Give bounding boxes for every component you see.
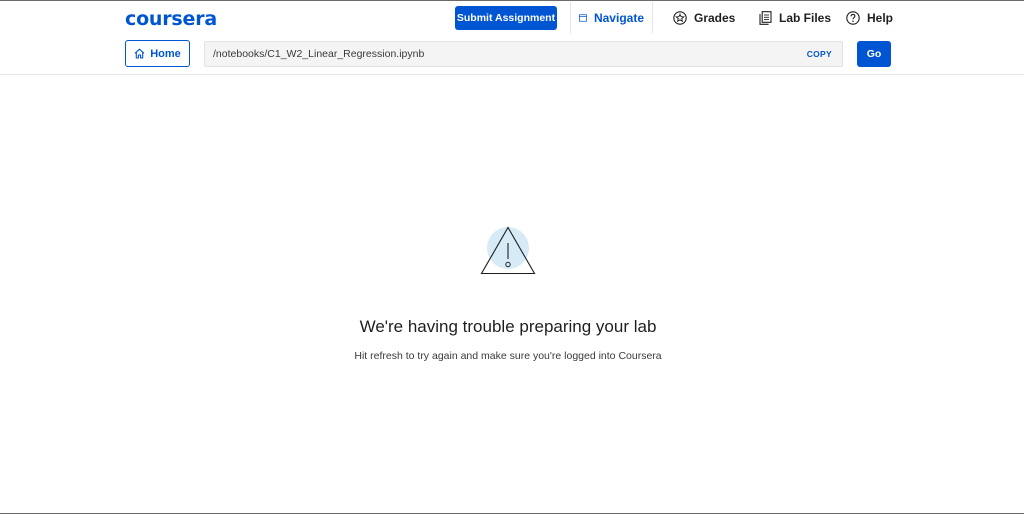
- tab-lab-files[interactable]: Lab Files: [759, 2, 831, 34]
- notebook-path-field: COPY: [204, 41, 843, 67]
- top-navigation-bar: coursera Submit Assignment Navigate Grad…: [0, 2, 1024, 35]
- tab-help[interactable]: Help: [846, 2, 893, 34]
- home-button-label: Home: [150, 47, 181, 60]
- copy-path-link[interactable]: COPY: [807, 49, 832, 59]
- question-circle-icon: [846, 11, 860, 25]
- error-title: We're having trouble preparing your lab: [359, 317, 657, 336]
- home-button[interactable]: Home: [125, 40, 190, 67]
- browser-window-icon: [579, 13, 587, 22]
- files-icon: [759, 11, 772, 25]
- coursera-logo[interactable]: coursera: [125, 8, 217, 30]
- home-icon: [134, 48, 145, 59]
- tab-navigate-label: Navigate: [593, 10, 644, 25]
- notebook-path-bar: Home COPY Go: [0, 34, 1024, 75]
- tab-navigate[interactable]: Navigate: [570, 2, 653, 34]
- tab-grades[interactable]: Grades: [673, 2, 735, 34]
- submit-assignment-button[interactable]: Submit Assignment: [455, 6, 557, 30]
- notebook-path-input[interactable]: [213, 42, 773, 66]
- star-circle-icon: [673, 11, 687, 25]
- error-subtitle: Hit refresh to try again and make sure y…: [354, 350, 662, 362]
- tab-help-label: Help: [867, 11, 894, 25]
- go-button[interactable]: Go: [857, 41, 891, 67]
- warning-triangle-icon: [480, 226, 536, 275]
- tab-lab-files-label: Lab Files: [779, 11, 832, 25]
- tab-grades-label: Grades: [694, 11, 736, 25]
